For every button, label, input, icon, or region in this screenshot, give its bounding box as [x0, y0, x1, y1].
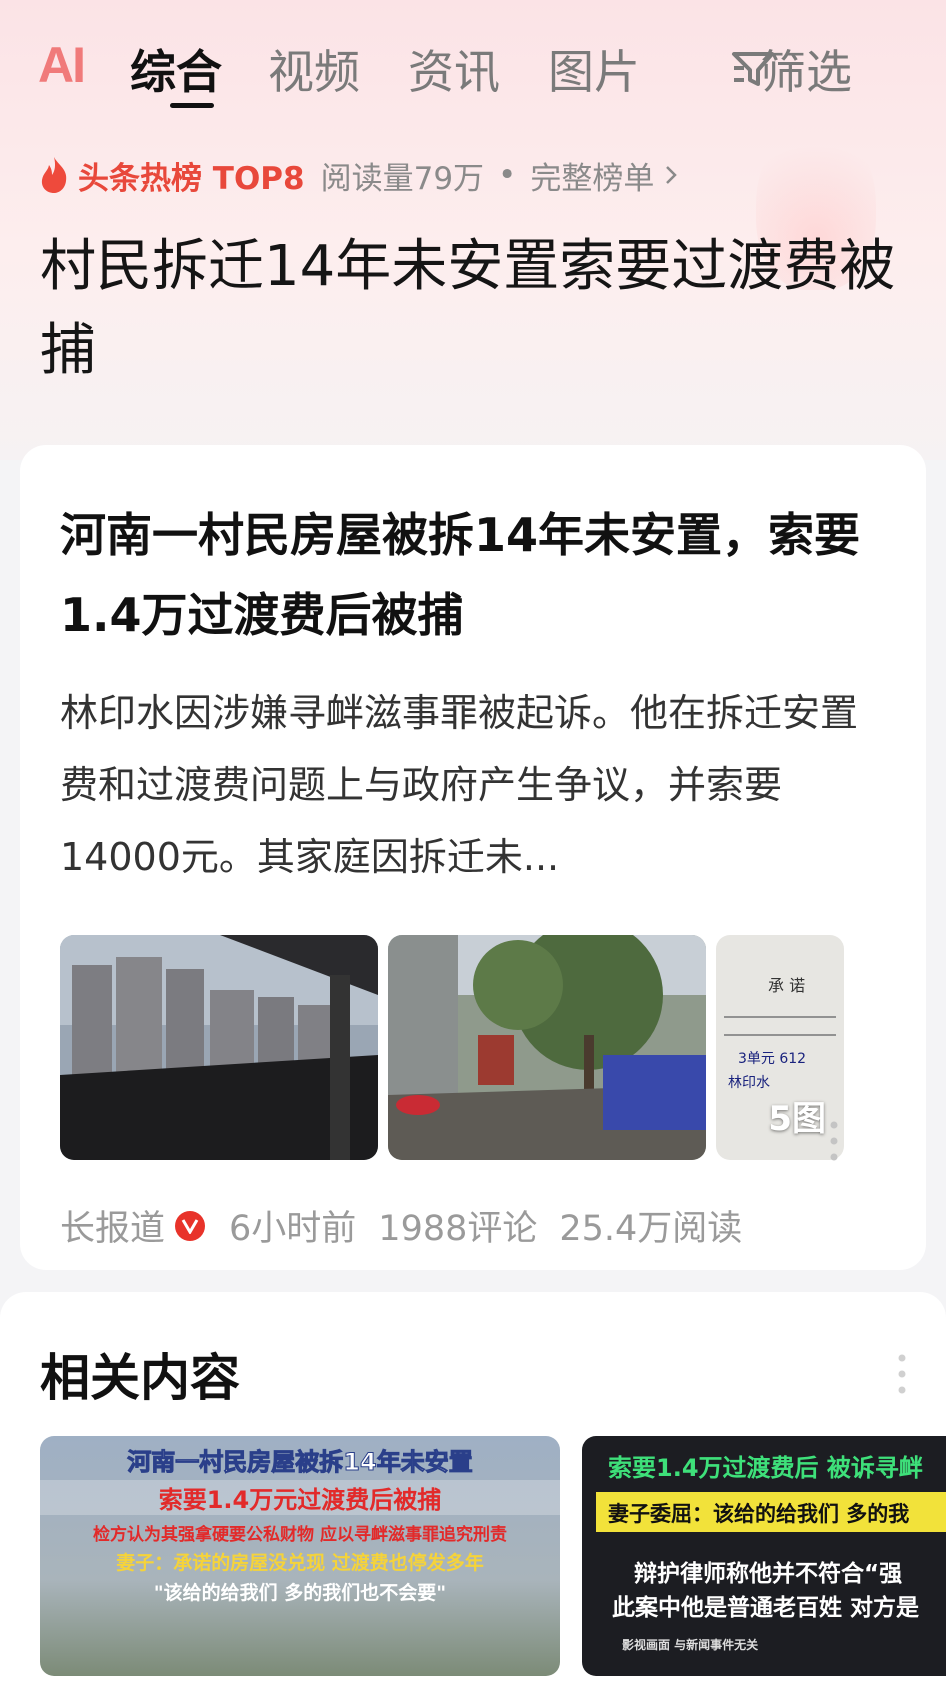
verified-icon	[175, 1210, 206, 1241]
article-image-3[interactable]: 承 诺 3单元 612 林印水 5图	[716, 935, 844, 1160]
chevron-right-icon	[666, 166, 678, 184]
related-1-line5: "该给的给我们 多的我们也不会要"	[153, 1582, 447, 1604]
tab-video[interactable]: 视频	[268, 36, 360, 102]
tab-news[interactable]: 资讯	[408, 36, 500, 102]
document-signature: 林印水	[728, 1075, 770, 1091]
separator-dot: •	[498, 157, 517, 193]
related-more-icon[interactable]	[898, 1354, 906, 1394]
related-2-line5: 影视画面 与新闻事件无关	[622, 1638, 759, 1652]
article-meta: 长报道 6小时前 1988评论 25.4万阅读	[60, 1200, 742, 1251]
more-options-icon[interactable]	[830, 1121, 838, 1161]
hot-read-count: 阅读量79万	[320, 160, 485, 197]
related-video-2[interactable]: 索要1.4万过渡费后 被诉寻衅 妻子委屈：该给的给我们 多的我 辩护律师称他并不…	[582, 1436, 946, 1676]
tab-bar: AI 综合 视频 资讯 图片 筛选	[0, 30, 946, 110]
related-video-1[interactable]: 河南一村民房屋被拆14年未安置 索要1.4万元过渡费后被捕 检方认为其强拿硬要公…	[40, 1436, 560, 1676]
related-1-line4: 妻子：承诺的房屋没兑现 过渡费也停发多年	[116, 1552, 484, 1574]
tab-filter[interactable]: 筛选	[760, 36, 852, 102]
related-title: 相关内容	[40, 1349, 240, 1407]
page-headline: 村民拆迁14年未安置索要过渡费被捕	[40, 234, 896, 383]
tab-images[interactable]: 图片	[548, 36, 640, 102]
related-2-line2: 妻子委屈：该给的给我们 多的我	[608, 1502, 910, 1526]
comment-count: 1988评论	[378, 1209, 538, 1249]
source-name[interactable]: 长报道	[60, 1200, 165, 1251]
document-handwriting: 3单元 612	[738, 1051, 806, 1067]
article-title[interactable]: 河南一村民房屋被拆14年未安置，索要1.4万过渡费后被捕	[60, 495, 890, 655]
image-count-badge: 5图	[768, 1099, 826, 1139]
hot-list-title: 头条热榜 TOP8	[78, 160, 305, 197]
read-count: 25.4万阅读	[559, 1209, 743, 1249]
article-image-2[interactable]	[388, 935, 706, 1160]
article-summary: 林印水因涉嫌寻衅滋事罪被起诉。他在拆迁安置费和过渡费问题上与政府产生争议，并索要…	[60, 691, 859, 879]
related-1-line3: 检方认为其强拿硬要公私财物 应以寻衅滋事罪追究刑责	[93, 1525, 507, 1545]
publish-time: 6小时前	[229, 1209, 357, 1249]
active-tab-indicator	[170, 103, 214, 108]
article-card[interactable]: 河南一村民房屋被拆14年未安置，索要1.4万过渡费后被捕 林印水因涉嫌寻衅滋事罪…	[20, 445, 926, 1270]
related-1-line2: 索要1.4万元过渡费后被捕	[40, 1480, 560, 1515]
related-content-section: 相关内容 河南一村民房屋被拆14年未安置 索要1.4万元过渡费后被捕 检方认为其…	[0, 1292, 946, 1692]
article-images: 承 诺 3单元 612 林印水 5图	[60, 935, 910, 1160]
document-heading: 承 诺	[768, 976, 805, 995]
related-2-line3: 辩护律师称他并不符合“强	[634, 1561, 903, 1587]
related-2-line4: 此案中他是普通老百姓 对方是	[612, 1595, 920, 1621]
ai-tab[interactable]: AI	[38, 36, 86, 94]
article-image-1[interactable]	[60, 935, 378, 1160]
related-2-line1: 索要1.4万过渡费后 被诉寻衅	[608, 1454, 923, 1482]
tab-comprehensive[interactable]: 综合	[130, 36, 222, 102]
fire-icon	[41, 157, 67, 193]
related-1-line1: 河南一村民房屋被拆14年未安置	[127, 1448, 473, 1477]
full-list-link[interactable]: 完整榜单	[530, 153, 654, 198]
hot-list-row[interactable]: 头条热榜 TOP8 阅读量79万 • 完整榜单	[38, 150, 678, 200]
